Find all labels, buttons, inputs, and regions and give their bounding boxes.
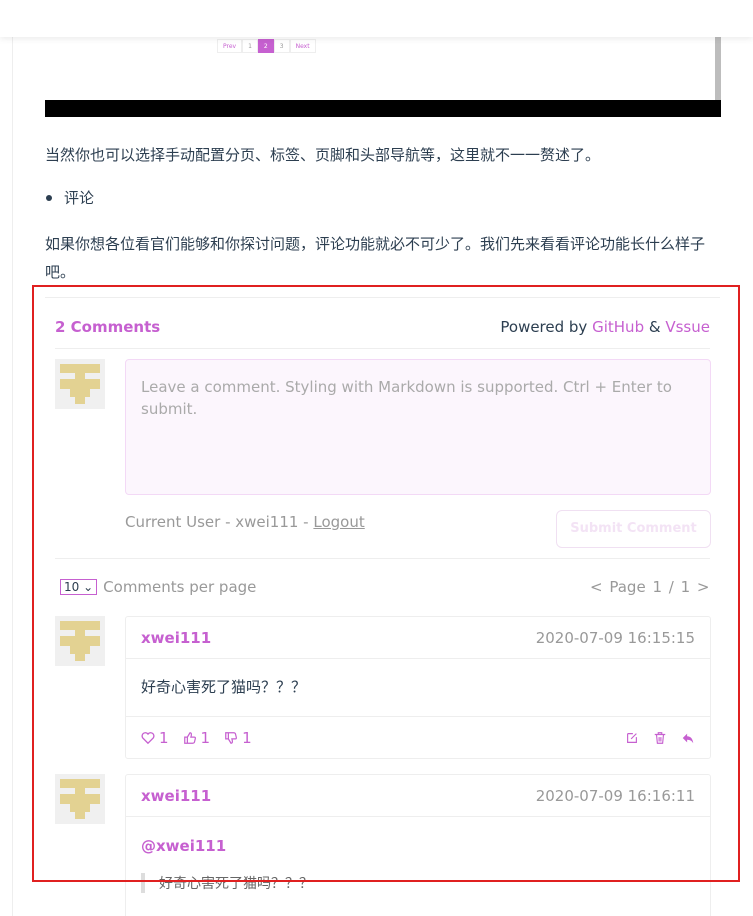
comment-time: 2020-07-09 16:15:15 bbox=[535, 628, 695, 647]
per-page-select[interactable]: 10 ⌄ bbox=[60, 579, 98, 595]
dislike-reaction[interactable]: 1 bbox=[224, 729, 252, 747]
heart-count: 1 bbox=[159, 728, 169, 747]
comment-footer: 1 1 1 bbox=[126, 716, 710, 758]
comment-actions bbox=[625, 731, 695, 745]
reactions: 1 1 1 bbox=[141, 729, 252, 747]
page-navigation: < Page 1 / 1 > bbox=[590, 578, 709, 596]
divider bbox=[55, 348, 710, 349]
comment-body: @xwei111 好奇心害死了猫吗？？？ bbox=[126, 817, 710, 893]
divider bbox=[55, 558, 710, 559]
next-page-button[interactable]: > bbox=[697, 578, 710, 596]
comment-header: xwei111 2020-07-09 16:15:15 bbox=[126, 617, 710, 659]
comment-body: 好奇心害死了猫吗？？？ bbox=[141, 678, 307, 696]
screenshot-image: Prev 1 2 3 Next bbox=[45, 37, 721, 117]
per-page-value: 10 bbox=[64, 580, 80, 594]
article-paragraph-2: 如果你想各位看官们能够和你探讨问题，评论功能就必不可少了。我们先来看看评论功能长… bbox=[45, 235, 706, 281]
vssue-comments: 2 Comments Powered by GitHub & Vssue Lea… bbox=[45, 297, 720, 916]
heart-reaction[interactable]: 1 bbox=[141, 729, 169, 747]
comment-author[interactable]: xwei111 bbox=[141, 787, 211, 805]
like-reaction[interactable]: 1 bbox=[183, 728, 211, 747]
current-user: Current User - xwei111 - Logout bbox=[125, 513, 365, 531]
comment-count[interactable]: 2 Comments bbox=[55, 318, 160, 336]
github-link[interactable]: GitHub bbox=[592, 318, 644, 336]
avatar bbox=[55, 359, 105, 409]
comment-header: xwei111 2020-07-09 16:16:11 bbox=[126, 775, 710, 817]
per-page-label: Comments per page bbox=[103, 578, 257, 596]
heart-icon bbox=[141, 731, 155, 744]
pager-page-1: 1 bbox=[242, 39, 258, 53]
edit-icon[interactable] bbox=[625, 731, 639, 745]
reply-icon[interactable] bbox=[681, 731, 695, 745]
comment-author[interactable]: xwei111 bbox=[141, 629, 211, 647]
pager-page-2: 2 bbox=[257, 39, 274, 53]
mention-link[interactable]: @xwei111 bbox=[141, 837, 695, 855]
comment-card: xwei111 2020-07-09 16:15:15 好奇心害死了猫吗？？？ … bbox=[125, 616, 711, 759]
comment-card: xwei111 2020-07-09 16:16:11 @xwei111 好奇心… bbox=[125, 774, 711, 916]
comment-input[interactable]: Leave a comment. Styling with Markdown i… bbox=[125, 359, 711, 495]
screenshot-black-bar bbox=[45, 100, 721, 117]
quoted-text: 好奇心害死了猫吗？？？ bbox=[141, 873, 695, 893]
powered-by: Powered by GitHub & Vssue bbox=[500, 318, 710, 336]
avatar bbox=[55, 774, 105, 824]
vssue-header: 2 Comments Powered by GitHub & Vssue bbox=[55, 318, 710, 336]
submit-comment-button[interactable]: Submit Comment bbox=[556, 510, 711, 548]
page-indicator: Page 1 / 1 bbox=[609, 578, 691, 596]
thumbs-down-icon bbox=[225, 731, 238, 744]
pager-next: Next bbox=[289, 39, 316, 53]
comment-time: 2020-07-09 16:16:11 bbox=[535, 786, 695, 805]
list-item: 评论 bbox=[64, 189, 95, 207]
prev-page-button[interactable]: < bbox=[590, 578, 603, 596]
avatar bbox=[55, 616, 105, 666]
top-nav-bar bbox=[0, 0, 753, 37]
dislike-count: 1 bbox=[242, 728, 252, 747]
per-page-control: 10 ⌄ Comments per page bbox=[60, 578, 256, 596]
list-bullet bbox=[46, 195, 52, 201]
vssue-link[interactable]: Vssue bbox=[665, 318, 710, 336]
pager-page-3: 3 bbox=[273, 39, 290, 53]
current-user-label: Current User - xwei111 - bbox=[125, 513, 309, 531]
pager-prev: Prev bbox=[217, 39, 243, 53]
like-count: 1 bbox=[200, 728, 211, 747]
article-paragraph-1: 当然你也可以选择手动配置分页、标签、页脚和头部导航等，这里就不一一赘述了。 bbox=[45, 146, 601, 164]
ampersand: & bbox=[648, 318, 661, 336]
logout-link[interactable]: Logout bbox=[313, 513, 364, 531]
thumbs-up-icon bbox=[183, 731, 196, 744]
chevron-down-icon: ⌄ bbox=[83, 580, 94, 594]
powered-by-label: Powered by bbox=[500, 318, 588, 336]
pagination-preview: Prev 1 2 3 Next bbox=[217, 39, 316, 53]
delete-icon[interactable] bbox=[653, 731, 667, 745]
